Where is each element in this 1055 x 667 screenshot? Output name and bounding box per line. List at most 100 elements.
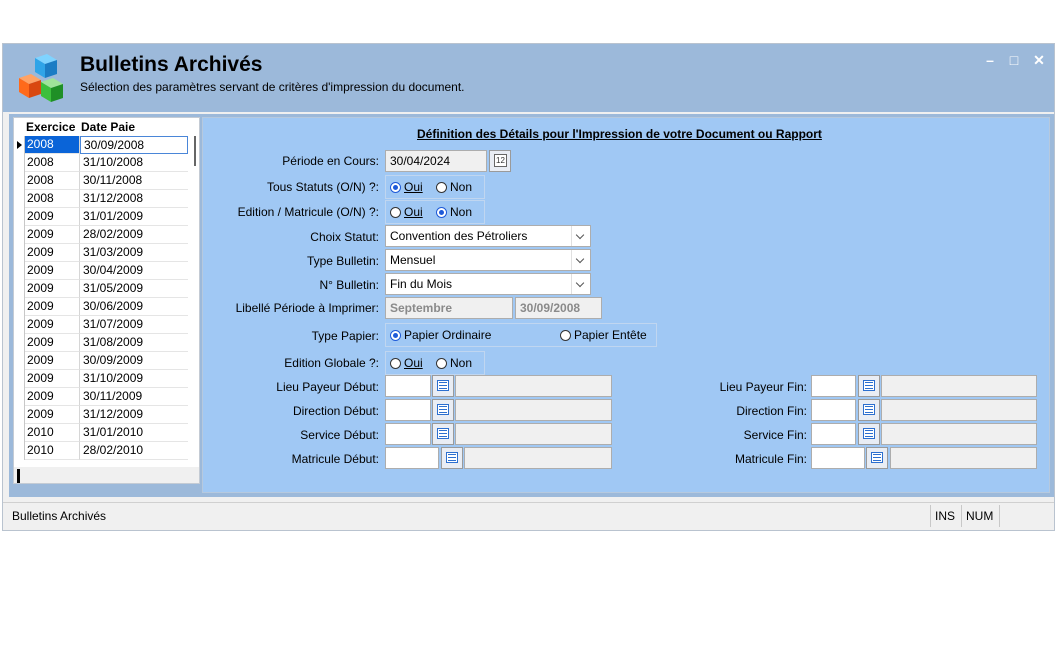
- edition-matricule-oui-radio[interactable]: Oui: [390, 205, 423, 219]
- cell-date-paie[interactable]: 30/09/2008: [80, 136, 188, 154]
- choix-statut-select[interactable]: Convention des Pétroliers: [385, 225, 591, 247]
- column-header-exercice[interactable]: Exercice: [26, 120, 75, 134]
- table-row[interactable]: 2009 31/07/2009: [14, 316, 190, 334]
- service-debut-code[interactable]: [385, 423, 431, 445]
- table-row[interactable]: 2010 28/02/2010: [14, 442, 190, 460]
- table-row[interactable]: 2009 30/11/2009: [14, 388, 190, 406]
- scroll-thumb[interactable]: [17, 469, 20, 483]
- libelle-date-field[interactable]: 30/09/2008: [515, 297, 602, 319]
- close-button[interactable]: ✕: [1029, 52, 1049, 68]
- chevron-down-icon[interactable]: [571, 274, 590, 294]
- cell-date-paie[interactable]: 30/11/2009: [80, 388, 188, 406]
- cell-exercice[interactable]: 2009: [25, 244, 80, 262]
- table-row[interactable]: 2009 31/03/2009: [14, 244, 190, 262]
- type-bulletin-select[interactable]: Mensuel: [385, 249, 591, 271]
- tous-statuts-oui-radio[interactable]: Oui: [390, 180, 423, 194]
- row-indicator: [14, 172, 25, 190]
- matricule-debut-code[interactable]: [385, 447, 439, 469]
- cell-date-paie[interactable]: 31/10/2008: [80, 154, 188, 172]
- matricule-fin-code[interactable]: [811, 447, 865, 469]
- table-row[interactable]: 2009 30/06/2009: [14, 298, 190, 316]
- minimize-button[interactable]: –: [980, 52, 1000, 68]
- cell-date-paie[interactable]: 31/05/2009: [80, 280, 188, 298]
- lieu-payeur-fin-code[interactable]: [811, 375, 856, 397]
- cell-exercice[interactable]: 2008: [25, 190, 80, 208]
- service-fin-code[interactable]: [811, 423, 856, 445]
- cell-date-paie[interactable]: 31/07/2009: [80, 316, 188, 334]
- table-row[interactable]: 2008 31/12/2008: [14, 190, 190, 208]
- cell-exercice[interactable]: 2009: [25, 208, 80, 226]
- chevron-down-icon[interactable]: [571, 226, 590, 246]
- vertical-scrollbar[interactable]: [194, 136, 196, 166]
- no-bulletin-select[interactable]: Fin du Mois: [385, 273, 591, 295]
- cell-date-paie[interactable]: 28/02/2009: [80, 226, 188, 244]
- lieu-payeur-debut-desc: [455, 375, 612, 397]
- lookup-icon[interactable]: [432, 375, 454, 397]
- table-row[interactable]: 2009 31/12/2009: [14, 406, 190, 424]
- calendar-icon[interactable]: 12: [489, 150, 511, 172]
- table-row[interactable]: 2009 31/10/2009: [14, 370, 190, 388]
- cell-exercice[interactable]: 2009: [25, 226, 80, 244]
- cell-date-paie[interactable]: 31/12/2008: [80, 190, 188, 208]
- cell-exercice[interactable]: 2009: [25, 406, 80, 424]
- libelle-periode-field[interactable]: Septembre: [385, 297, 513, 319]
- lookup-icon[interactable]: [866, 447, 888, 469]
- lookup-icon[interactable]: [432, 399, 454, 421]
- cell-exercice[interactable]: 2010: [25, 424, 80, 442]
- cell-date-paie[interactable]: 31/10/2009: [80, 370, 188, 388]
- cell-date-paie[interactable]: 28/02/2010: [80, 442, 188, 460]
- cell-exercice[interactable]: 2009: [25, 298, 80, 316]
- papier-ordinaire-radio[interactable]: Papier Ordinaire: [390, 328, 491, 342]
- cell-exercice[interactable]: 2009: [25, 370, 80, 388]
- cell-date-paie[interactable]: 31/01/2010: [80, 424, 188, 442]
- table-row[interactable]: 2009 31/08/2009: [14, 334, 190, 352]
- table-row[interactable]: 2009 28/02/2009: [14, 226, 190, 244]
- table-row[interactable]: 2009 30/09/2009: [14, 352, 190, 370]
- cell-exercice[interactable]: 2009: [25, 316, 80, 334]
- cell-exercice[interactable]: 2009: [25, 352, 80, 370]
- cell-date-paie[interactable]: 30/11/2008: [80, 172, 188, 190]
- lookup-icon[interactable]: [441, 447, 463, 469]
- period-grid[interactable]: Exercice Date Paie 2008 30/09/2008 2008 31/…: [13, 117, 200, 484]
- lieu-payeur-debut-code[interactable]: [385, 375, 431, 397]
- cell-exercice[interactable]: 2008: [25, 136, 80, 154]
- horizontal-scrollbar[interactable]: [14, 467, 199, 483]
- periode-field[interactable]: 30/04/2024: [385, 150, 487, 172]
- edition-globale-non-radio[interactable]: Non: [436, 356, 472, 370]
- radio-unchecked-icon: [560, 330, 571, 341]
- cell-date-paie[interactable]: 31/08/2009: [80, 334, 188, 352]
- column-header-date-paie[interactable]: Date Paie: [81, 120, 135, 134]
- cell-date-paie[interactable]: 30/09/2009: [80, 352, 188, 370]
- cell-date-paie[interactable]: 30/04/2009: [80, 262, 188, 280]
- tous-statuts-non-radio[interactable]: Non: [436, 180, 472, 194]
- table-row[interactable]: 2009 31/05/2009: [14, 280, 190, 298]
- table-row[interactable]: 2010 31/01/2010: [14, 424, 190, 442]
- lookup-icon[interactable]: [432, 423, 454, 445]
- lookup-icon[interactable]: [858, 399, 880, 421]
- cell-date-paie[interactable]: 30/06/2009: [80, 298, 188, 316]
- lookup-icon[interactable]: [858, 423, 880, 445]
- direction-fin-code[interactable]: [811, 399, 856, 421]
- cell-exercice[interactable]: 2010: [25, 442, 80, 460]
- cell-exercice[interactable]: 2008: [25, 154, 80, 172]
- edition-matricule-non-radio[interactable]: Non: [436, 205, 472, 219]
- table-row[interactable]: 2009 30/04/2009: [14, 262, 190, 280]
- cell-date-paie[interactable]: 31/01/2009: [80, 208, 188, 226]
- table-row[interactable]: 2008 30/09/2008: [14, 136, 190, 154]
- cell-exercice[interactable]: 2009: [25, 334, 80, 352]
- cell-date-paie[interactable]: 31/03/2009: [80, 244, 188, 262]
- maximize-button[interactable]: □: [1004, 52, 1024, 68]
- cell-date-paie[interactable]: 31/12/2009: [80, 406, 188, 424]
- chevron-down-icon[interactable]: [571, 250, 590, 270]
- table-row[interactable]: 2009 31/01/2009: [14, 208, 190, 226]
- cell-exercice[interactable]: 2009: [25, 280, 80, 298]
- cell-exercice[interactable]: 2008: [25, 172, 80, 190]
- table-row[interactable]: 2008 31/10/2008: [14, 154, 190, 172]
- table-row[interactable]: 2008 30/11/2008: [14, 172, 190, 190]
- direction-debut-code[interactable]: [385, 399, 431, 421]
- edition-globale-oui-radio[interactable]: Oui: [390, 356, 423, 370]
- cell-exercice[interactable]: 2009: [25, 262, 80, 280]
- cell-exercice[interactable]: 2009: [25, 388, 80, 406]
- lookup-icon[interactable]: [858, 375, 880, 397]
- papier-entete-radio[interactable]: Papier Entête: [560, 328, 647, 342]
